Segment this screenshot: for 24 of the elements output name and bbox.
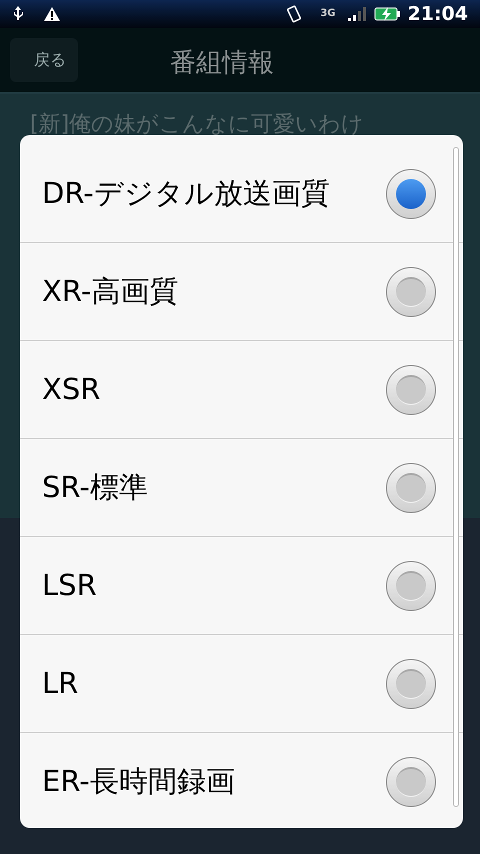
- battery-icon: [374, 7, 400, 21]
- program-title: [新]俺の妹がこんなに可愛いわけ: [30, 112, 364, 137]
- radio-button[interactable]: [386, 462, 436, 512]
- usb-icon: [12, 6, 24, 22]
- option-label: LSR: [42, 566, 98, 604]
- option-label: XSR: [42, 370, 102, 408]
- option-label: SR-標準: [42, 468, 149, 506]
- back-button[interactable]: 戻る: [10, 38, 78, 82]
- radio-button[interactable]: [386, 757, 436, 807]
- option-label: XR-高画質: [42, 272, 180, 310]
- clock: 21:04: [408, 2, 468, 27]
- radio-button[interactable]: [386, 168, 436, 218]
- radio-button[interactable]: [386, 266, 436, 316]
- warning-icon: [44, 7, 60, 21]
- option-label: LR: [42, 664, 80, 702]
- quality-option[interactable]: ER-長時間録画: [20, 733, 463, 831]
- radio-button[interactable]: [386, 560, 436, 610]
- option-label: DR-デジタル放送画質: [42, 174, 331, 212]
- signal-icon: [348, 7, 366, 21]
- radio-button[interactable]: [386, 364, 436, 414]
- option-label: ER-長時間録画: [42, 763, 236, 800]
- radio-button[interactable]: [386, 658, 436, 708]
- network-type: 3G: [320, 9, 336, 19]
- screen-title: 番組情報: [170, 47, 274, 80]
